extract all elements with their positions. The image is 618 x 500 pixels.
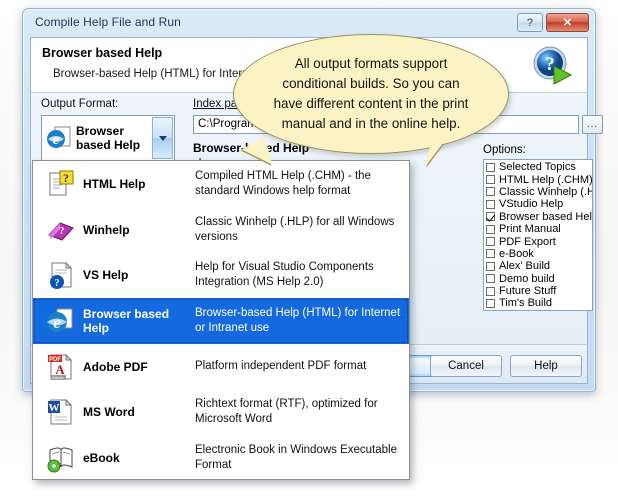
checkbox-icon[interactable] <box>486 261 495 271</box>
checkbox-icon[interactable] <box>486 237 495 247</box>
dropdown-item-description: Compiled HTML Help (.CHM) - the standard… <box>195 169 371 197</box>
window-controls: ? ✕ <box>517 13 589 32</box>
screenshot-root: Compile Help File and Run ? ✕ Browser ba… <box>0 0 618 500</box>
option-label: Browser based Help <box>499 210 593 223</box>
option-label: Print Manual <box>499 223 561 236</box>
option-row[interactable]: VStudio Help <box>486 198 592 210</box>
dropdown-item-description: Classic Winhelp (.HLP) for all Windows v… <box>195 215 395 243</box>
output-format-combobox[interactable]: e Browser based Help <box>41 115 175 161</box>
dropdown-item-name: HTML Help <box>83 176 146 191</box>
dropdown-item[interactable]: ? VS Help Help for Visual Studio Component… <box>33 252 409 298</box>
option-label: e-Book <box>499 247 534 260</box>
dropdown-item-name: Winhelp <box>83 222 130 237</box>
window-title: Compile Help File and Run <box>35 15 181 29</box>
svg-text:?: ? <box>55 278 60 289</box>
dropdown-item[interactable]: PDF A Adobe Adobe PDF Platform independent P… <box>33 344 409 390</box>
option-row[interactable]: Alex' Build <box>486 260 592 272</box>
dropdown-item-description: Electronic Book in Windows Executable Fo… <box>195 443 397 471</box>
cancel-button[interactable]: Cancel <box>430 355 502 377</box>
checkbox-icon[interactable] <box>486 162 495 172</box>
close-button[interactable]: ✕ <box>546 13 589 32</box>
chevron-down-icon <box>158 135 167 141</box>
dropdown-item-name: eBook <box>83 450 120 465</box>
checkbox-icon[interactable] <box>486 249 495 259</box>
option-row[interactable]: Classic Winhelp (.HLP) <box>486 186 592 198</box>
combo-line-1: Browser <box>76 124 125 138</box>
combo-line-2: based Help <box>76 138 141 152</box>
options-checklist[interactable]: Selected Topics HTML Help (.CHM) Classic W… <box>483 159 593 311</box>
output-format-dropdown-list[interactable]: ? HTML Help Compiled HTML Help (.CHM) - th… <box>32 160 410 480</box>
checkbox-icon[interactable] <box>486 199 495 209</box>
checkbox-checked-icon[interactable] <box>486 212 495 222</box>
winhelp-book-icon: ? <box>39 215 83 245</box>
option-row[interactable]: Demo build <box>486 273 592 285</box>
dropdown-item-name: VS Help <box>83 268 129 283</box>
option-label: Classic Winhelp (.HLP) <box>499 185 592 198</box>
option-label: Tim's Build <box>499 297 553 310</box>
svg-text:e: e <box>53 313 61 332</box>
dropdown-item-name: MS Word <box>83 405 135 420</box>
option-label: PDF Export <box>499 235 556 248</box>
option-row[interactable]: Tim's Build <box>486 297 592 309</box>
option-row[interactable]: Selected Topics <box>486 161 592 173</box>
dropdown-item-name: Adobe PDF <box>83 359 148 374</box>
svg-text:e: e <box>53 132 60 148</box>
option-row[interactable]: Future Stuff <box>486 285 592 297</box>
browser-icon: e <box>39 306 83 336</box>
dropdown-item-description: Browser-based Help (HTML) for Internet o… <box>195 306 401 334</box>
option-row[interactable]: Print Manual <box>486 223 592 235</box>
dropdown-item-description: Richtext format (RTF), optimized for Mic… <box>195 398 378 426</box>
help-titlebar-button[interactable]: ? <box>517 13 543 32</box>
checkbox-icon[interactable] <box>486 224 495 234</box>
checkbox-icon[interactable] <box>486 286 495 296</box>
browser-icon: e <box>42 125 76 151</box>
svg-text:?: ? <box>545 54 555 75</box>
callout-text: All output formats support conditional b… <box>233 34 509 154</box>
page-title: Browser based Help <box>42 46 163 60</box>
option-label: Future Stuff <box>499 285 557 298</box>
option-label: Demo build <box>499 272 555 285</box>
svg-text:?: ? <box>59 225 65 237</box>
callout-bubble: All output formats support conditional b… <box>233 34 509 171</box>
svg-text:Adobe: Adobe <box>52 375 64 380</box>
dropdown-item[interactable]: ? HTML Help Compiled HTML Help (.CHM) - th… <box>33 161 409 207</box>
output-format-label: Output Format: <box>41 98 119 110</box>
word-icon: W <box>39 397 83 427</box>
dropdown-item-description: Platform independent PDF format <box>195 360 367 373</box>
option-label: Selected Topics <box>499 161 576 174</box>
option-row[interactable]: PDF Export <box>486 235 592 248</box>
pdf-icon: PDF A Adobe <box>39 352 83 382</box>
dropdown-item[interactable]: W MS Word Richtext format (RTF), optimized… <box>33 389 409 435</box>
checkbox-icon[interactable] <box>486 274 495 284</box>
help-run-icon: ? <box>529 44 573 88</box>
combo-selected-text: Browser based Help <box>76 124 140 152</box>
checkbox-icon[interactable] <box>486 175 495 185</box>
svg-text:W: W <box>49 402 60 414</box>
dropdown-item-name: Browser based Help <box>83 306 170 335</box>
checkbox-icon[interactable] <box>486 298 495 308</box>
option-label: Alex' Build <box>499 260 551 273</box>
checkbox-icon[interactable] <box>486 187 495 197</box>
browse-button[interactable]: ... <box>582 115 603 134</box>
option-row[interactable]: Browser based Help <box>486 211 592 223</box>
option-label: VStudio Help <box>499 198 564 211</box>
dropdown-item-description: Help for Visual Studio Components Integr… <box>195 261 374 289</box>
help-button[interactable]: Help <box>510 355 582 377</box>
option-label: HTML Help (.CHM) <box>499 173 593 186</box>
ebook-icon <box>39 443 83 473</box>
svg-text:?: ? <box>63 171 69 185</box>
option-row[interactable]: HTML Help (.CHM) <box>486 173 593 186</box>
option-row[interactable]: e-Book <box>486 248 592 260</box>
vs-help-icon: ? <box>39 260 83 290</box>
html-help-icon: ? <box>39 169 83 199</box>
title-bar: Compile Help File and Run ? ✕ <box>23 9 595 37</box>
combo-dropdown-arrow[interactable] <box>152 117 173 159</box>
dropdown-item[interactable]: eBook Electronic Book in Windows Executab… <box>33 435 409 479</box>
dropdown-item[interactable]: e Browser based Help Browser-based Help (H… <box>33 298 409 344</box>
dropdown-item[interactable]: ? Winhelp Classic Winhelp (.HLP) for all W… <box>33 207 409 253</box>
